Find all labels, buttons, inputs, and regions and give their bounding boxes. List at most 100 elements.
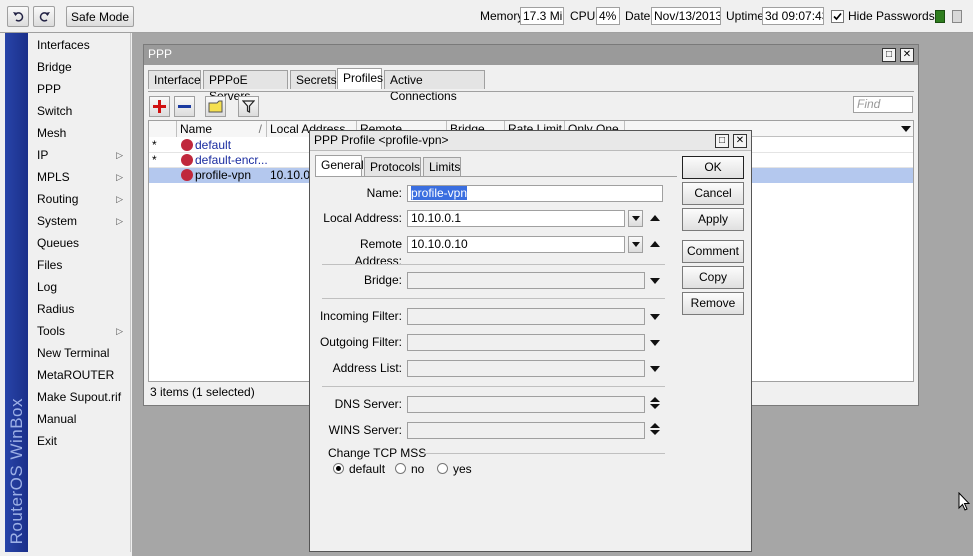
menu-item-exit[interactable]: Exit [28, 430, 131, 452]
outgoing-filter-dropdown-icon[interactable] [650, 340, 660, 346]
menu-item-ip[interactable]: IP ▷ [28, 144, 131, 166]
wins-server-input[interactable] [407, 422, 645, 439]
ok-button[interactable]: OK [682, 156, 744, 179]
incoming-filter-dropdown-icon[interactable] [650, 314, 660, 320]
incoming-filter-select[interactable] [407, 308, 645, 325]
sort-icon: / [258, 122, 262, 136]
tab-protocols[interactable]: Protocols [364, 157, 421, 176]
comment-button[interactable]: Comment [682, 240, 744, 263]
tab-general[interactable]: General [315, 155, 364, 176]
tcp-mss-yes-radio[interactable] [437, 463, 448, 474]
tcp-mss-yes-label[interactable]: yes [453, 462, 472, 476]
profile-icon [181, 139, 193, 151]
tab-secrets[interactable]: Secrets [290, 70, 337, 89]
column-header-name[interactable]: Name / [177, 121, 267, 137]
remote-address-collapse-icon[interactable] [650, 241, 660, 247]
menu-label: Exit [37, 434, 58, 448]
hide-passwords-label[interactable]: Hide Passwords [848, 9, 935, 23]
remote-address-dropdown[interactable] [628, 236, 643, 253]
tab-limits[interactable]: Limits [423, 157, 461, 176]
close-icon[interactable]: ✕ [900, 48, 914, 62]
dns-server-spinner-icon[interactable] [650, 397, 660, 409]
maximize-icon[interactable]: □ [715, 134, 729, 148]
local-address-collapse-icon[interactable] [650, 215, 660, 221]
menu-label: Switch [37, 104, 73, 118]
tab-interface[interactable]: Interface [148, 70, 201, 89]
name-input[interactable]: profile-vpn [407, 185, 663, 202]
redo-button[interactable] [33, 6, 55, 27]
comment-button[interactable] [205, 96, 226, 117]
menu-item-bridge[interactable]: Bridge [28, 56, 131, 78]
menu-label: MPLS [37, 170, 70, 184]
menu-item-interfaces[interactable]: Interfaces [28, 34, 131, 56]
side-menu: Interfaces Bridge PPP Switch Mesh IP ▷ MP… [28, 33, 131, 552]
filter-button[interactable] [238, 96, 259, 117]
menu-item-routing[interactable]: Routing ▷ [28, 188, 131, 210]
menu-item-system[interactable]: System ▷ [28, 210, 131, 232]
dns-server-input[interactable] [407, 396, 645, 413]
bridge-dropdown-icon[interactable] [650, 278, 660, 284]
uptime-value: 3d 09:07:43 [762, 7, 824, 25]
menu-item-metarouter[interactable]: MetaROUTER [28, 364, 131, 386]
brand-text: RouterOS WinBox [7, 397, 26, 544]
tab-active-connections[interactable]: Active Connections [384, 70, 485, 103]
cpu-label: CPU: [570, 9, 599, 23]
tcp-mss-default-label[interactable]: default [349, 462, 385, 476]
bridge-select[interactable] [407, 272, 645, 289]
copy-button[interactable]: Copy [682, 266, 744, 289]
row-name: default [195, 138, 232, 152]
tab-pppoe-servers[interactable]: PPPoE Servers [203, 70, 288, 103]
address-list-select[interactable] [407, 360, 645, 377]
cancel-button[interactable]: Cancel [682, 182, 744, 205]
hide-passwords-checkbox[interactable] [831, 10, 844, 23]
find-input[interactable]: Find [853, 96, 913, 113]
menu-item-switch[interactable]: Switch [28, 100, 131, 122]
menu-item-manual[interactable]: Manual [28, 408, 131, 430]
flag-column-header[interactable] [149, 121, 177, 137]
maximize-icon[interactable]: □ [882, 48, 896, 62]
divider [322, 264, 665, 265]
remove-button[interactable]: Remove [682, 292, 744, 315]
wins-server-spinner-icon[interactable] [650, 423, 660, 435]
profile-icon [181, 169, 193, 181]
ppp-window-titlebar[interactable]: PPP □ ✕ [144, 45, 918, 65]
submenu-arrow-icon: ▷ [116, 150, 123, 160]
menu-item-ppp[interactable]: PPP [28, 78, 131, 100]
local-address-input[interactable]: 10.10.0.1 [407, 210, 625, 227]
address-list-dropdown-icon[interactable] [650, 366, 660, 372]
menu-item-log[interactable]: Log [28, 276, 131, 298]
remote-address-input[interactable]: 10.10.0.10 [407, 236, 625, 253]
mouse-cursor-icon [958, 492, 971, 511]
menu-label: Bridge [37, 60, 72, 74]
local-address-dropdown[interactable] [628, 210, 643, 227]
menu-item-make-supout[interactable]: Make Supout.rif [28, 386, 131, 408]
column-menu-icon[interactable] [901, 126, 911, 132]
safe-mode-button[interactable]: Safe Mode [66, 6, 134, 27]
close-icon[interactable]: ✕ [733, 134, 747, 148]
menu-item-mpls[interactable]: MPLS ▷ [28, 166, 131, 188]
menu-item-mesh[interactable]: Mesh [28, 122, 131, 144]
undo-button[interactable] [7, 6, 29, 27]
menu-item-new-terminal[interactable]: New Terminal [28, 342, 131, 364]
menu-item-queues[interactable]: Queues [28, 232, 131, 254]
outgoing-filter-label: Outgoing Filter: [319, 335, 402, 349]
checkmark-icon [833, 12, 842, 21]
profile-dialog-titlebar[interactable]: PPP Profile <profile-vpn> □ ✕ [310, 131, 751, 151]
remove-button[interactable] [174, 96, 195, 117]
divider [322, 298, 665, 299]
menu-label: Queues [37, 236, 80, 250]
date-value: Nov/13/2013 [651, 7, 721, 25]
menu-item-radius[interactable]: Radius [28, 298, 131, 320]
menu-item-tools[interactable]: Tools ▷ [28, 320, 131, 342]
add-button[interactable] [149, 96, 170, 117]
tcp-mss-no-radio[interactable] [395, 463, 406, 474]
menu-label: System [37, 214, 78, 228]
outgoing-filter-select[interactable] [407, 334, 645, 351]
tcp-mss-no-label[interactable]: no [411, 462, 424, 476]
menu-item-files[interactable]: Files [28, 254, 131, 276]
submenu-arrow-icon: ▷ [116, 194, 123, 204]
submenu-arrow-icon: ▷ [116, 326, 123, 336]
apply-button[interactable]: Apply [682, 208, 744, 231]
tcp-mss-default-radio[interactable] [333, 463, 344, 474]
tab-profiles[interactable]: Profiles [337, 68, 383, 89]
